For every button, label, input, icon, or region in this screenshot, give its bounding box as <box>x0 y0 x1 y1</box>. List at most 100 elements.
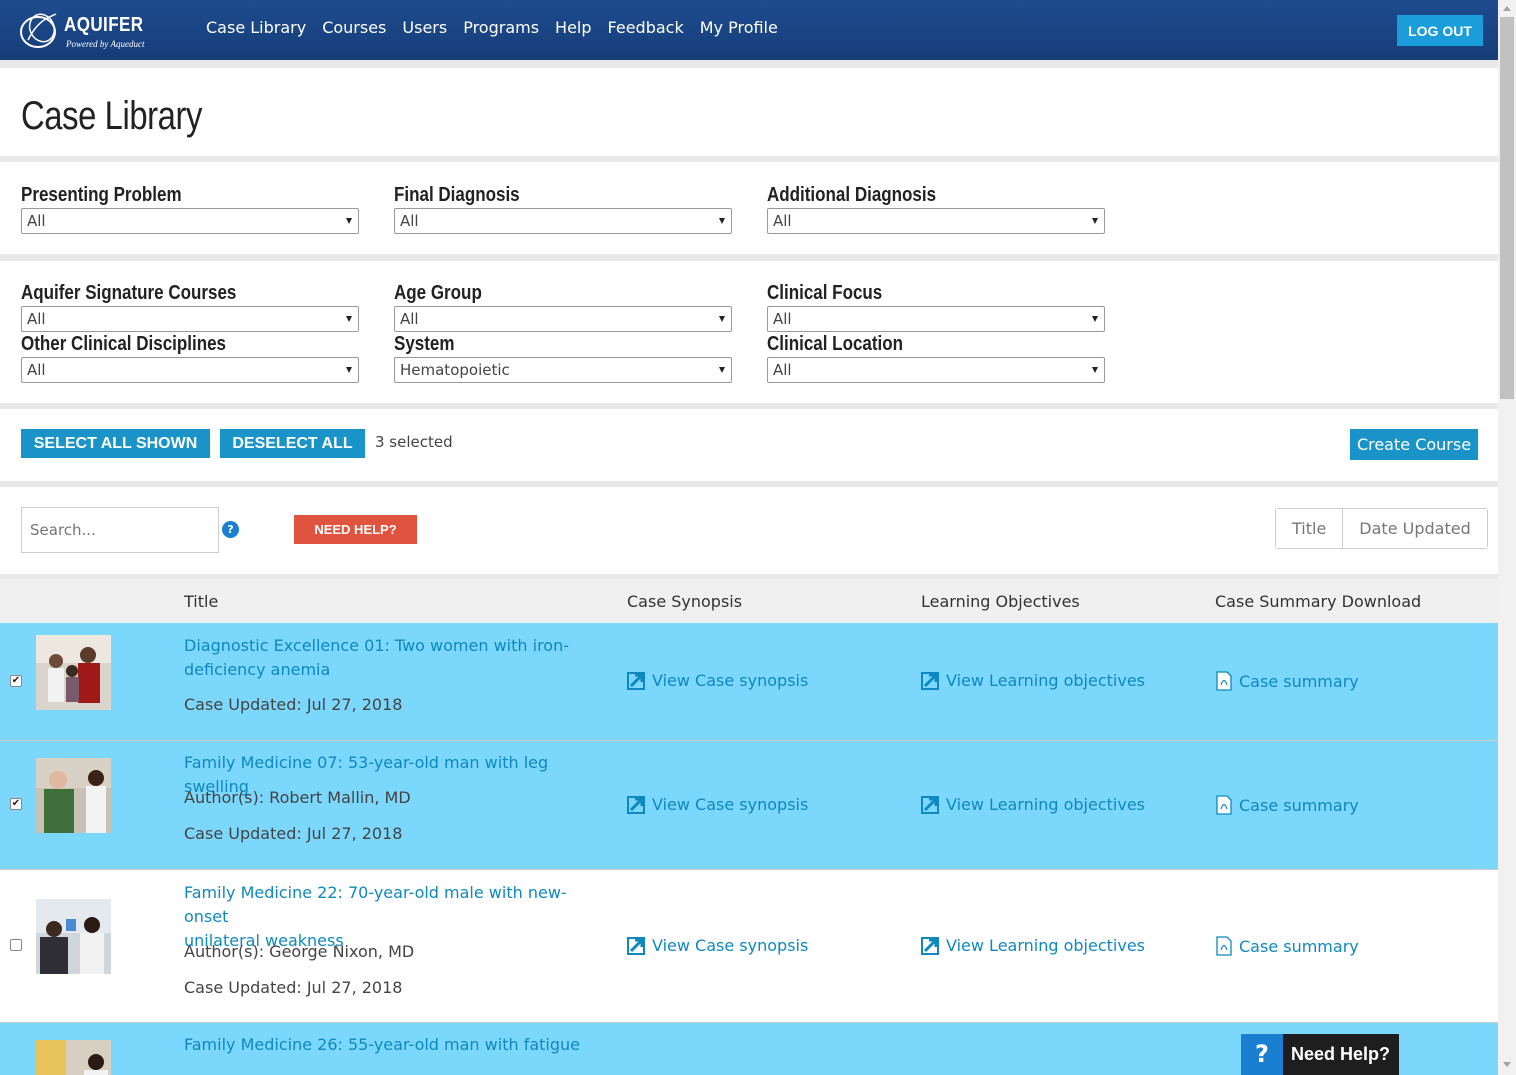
sort-title-button[interactable]: Title <box>1276 509 1343 548</box>
system-select[interactable]: Hematopoietic <box>394 357 732 383</box>
link-label: View Learning objectives <box>946 795 1145 814</box>
caret-down-icon <box>1092 367 1098 373</box>
sort-toggle: Title Date Updated <box>1275 508 1488 549</box>
case-title-line: Family Medicine 22: 70-year-old male wit… <box>184 883 567 926</box>
link-label: View Case synopsis <box>652 671 809 690</box>
title-panel: Case Library <box>0 68 1498 156</box>
case-photo-icon <box>36 899 111 974</box>
external-link-icon <box>627 796 645 814</box>
view-learning-objectives-link[interactable]: View Learning objectives <box>921 795 1145 814</box>
caret-down-icon <box>346 218 352 224</box>
caret-down-icon <box>719 316 725 322</box>
nav-my-profile[interactable]: My Profile <box>700 18 778 37</box>
header-learning-objectives: Learning Objectives <box>921 592 1080 611</box>
scroll-up-icon[interactable] <box>1503 6 1511 11</box>
other-disciplines-select[interactable]: All <box>21 357 359 383</box>
external-link-icon <box>627 672 645 690</box>
sort-date-updated-button[interactable]: Date Updated <box>1342 509 1487 548</box>
other-disciplines-label: Other Clinical Disciplines <box>21 333 227 355</box>
help-question-icon: ? <box>1241 1034 1283 1075</box>
clinical-focus-select[interactable]: All <box>767 306 1105 332</box>
case-thumbnail <box>36 635 111 710</box>
age-group-label: Age Group <box>394 282 482 304</box>
scroll-down-icon[interactable] <box>1503 1062 1511 1067</box>
caret-down-icon <box>1092 218 1098 224</box>
external-link-icon <box>921 937 939 955</box>
need-help-widget[interactable]: ? Need Help? <box>1241 1034 1399 1075</box>
case-title-line: Diagnostic Excellence 01: Two women with… <box>184 636 569 655</box>
view-case-synopsis-link[interactable]: View Case synopsis <box>627 671 808 690</box>
row-checkbox[interactable] <box>10 939 22 951</box>
table-header: Title Case Synopsis Learning Objectives … <box>0 579 1498 623</box>
case-title-link[interactable]: Diagnostic Excellence 01: Two women with… <box>184 634 604 682</box>
caret-down-icon <box>719 218 725 224</box>
case-title-link[interactable]: Family Medicine 26: 55-year-old man with… <box>184 1033 604 1057</box>
signature-courses-select[interactable]: All <box>21 306 359 332</box>
brand-tagline: Powered by Aqueduct <box>66 39 145 49</box>
search-panel: ? NEED HELP? Title Date Updated <box>0 487 1498 574</box>
page-scrollbar[interactable] <box>1498 0 1516 1075</box>
view-learning-objectives-link[interactable]: View Learning objectives <box>921 936 1145 955</box>
logout-button[interactable]: LOG OUT <box>1397 15 1483 46</box>
row-checkbox[interactable]: ✔ <box>10 675 22 687</box>
search-input[interactable] <box>21 507 219 553</box>
filter-panel-course: Aquifer Signature Courses All Age Group … <box>0 261 1498 403</box>
additional-diagnosis-label: Additional Diagnosis <box>767 184 937 206</box>
top-nav: AQUIFER Powered by Aqueduct Case Library… <box>0 0 1498 60</box>
view-learning-objectives-link[interactable]: View Learning objectives <box>921 671 1145 690</box>
case-photo-icon <box>36 1040 111 1075</box>
filter-panel-diagnosis: Presenting Problem All Final Diagnosis A… <box>0 162 1498 254</box>
case-summary-link[interactable]: Case summary <box>1215 795 1359 815</box>
clinical-focus-label: Clinical Focus <box>767 282 883 304</box>
view-case-synopsis-link[interactable]: View Case synopsis <box>627 795 808 814</box>
link-label: View Case synopsis <box>652 936 809 955</box>
external-link-icon <box>921 796 939 814</box>
case-thumbnail <box>36 1040 111 1075</box>
caret-down-icon <box>346 367 352 373</box>
presenting-problem-value: All <box>27 212 46 230</box>
selection-panel: SELECT ALL SHOWN DESELECT ALL 3 selected… <box>0 409 1498 481</box>
case-summary-link[interactable]: Case summary <box>1215 936 1359 956</box>
link-label: Case summary <box>1239 671 1359 691</box>
case-summary-link[interactable]: Case summary <box>1215 671 1359 691</box>
aquifer-logo[interactable]: AQUIFER Powered by Aqueduct <box>18 8 168 54</box>
table-row: ✔ Diagnostic Excellence 01: Two women wi… <box>0 623 1498 741</box>
nav-courses[interactable]: Courses <box>322 18 386 37</box>
link-label: View Case synopsis <box>652 795 809 814</box>
age-group-value: All <box>400 310 419 328</box>
clinical-location-select[interactable]: All <box>767 357 1105 383</box>
nav-programs[interactable]: Programs <box>463 18 539 37</box>
presenting-problem-select[interactable]: All <box>21 208 359 234</box>
external-link-icon <box>921 672 939 690</box>
need-help-label: Need Help? <box>1291 1044 1391 1064</box>
aquifer-swirl-icon <box>20 13 57 48</box>
additional-diagnosis-select[interactable]: All <box>767 208 1105 234</box>
view-case-synopsis-link[interactable]: View Case synopsis <box>627 936 808 955</box>
search-help-icon[interactable]: ? <box>222 521 239 538</box>
nav-users[interactable]: Users <box>402 18 447 37</box>
row-checkbox[interactable]: ✔ <box>10 798 22 810</box>
select-all-shown-button[interactable]: SELECT ALL SHOWN <box>21 429 210 458</box>
nav-feedback[interactable]: Feedback <box>608 18 684 37</box>
final-diagnosis-select[interactable]: All <box>394 208 732 234</box>
scrollbar-thumb[interactable] <box>1500 17 1514 399</box>
create-course-button[interactable]: Create Course <box>1350 429 1478 460</box>
pdf-file-icon <box>1216 936 1232 956</box>
need-help-button[interactable]: NEED HELP? <box>294 515 417 544</box>
header-title[interactable]: Title <box>184 592 218 611</box>
nav-help[interactable]: Help <box>555 18 591 37</box>
other-disciplines-value: All <box>27 361 46 379</box>
selected-count: 3 selected <box>375 433 453 451</box>
case-title-line: Family Medicine 26: 55-year-old man with… <box>184 1035 580 1054</box>
caret-down-icon <box>1092 316 1098 322</box>
clinical-location-value: All <box>773 361 792 379</box>
caret-down-icon <box>346 316 352 322</box>
table-row: Family Medicine 22: 70-year-old male wit… <box>0 870 1498 1023</box>
deselect-all-button[interactable]: DESELECT ALL <box>220 429 365 458</box>
age-group-select[interactable]: All <box>394 306 732 332</box>
nav-case-library[interactable]: Case Library <box>206 18 306 37</box>
final-diagnosis-value: All <box>400 212 419 230</box>
case-author: Author(s): George Nixon, MD <box>184 942 415 961</box>
header-case-summary-download: Case Summary Download <box>1215 592 1422 611</box>
case-photo-icon <box>36 758 111 833</box>
